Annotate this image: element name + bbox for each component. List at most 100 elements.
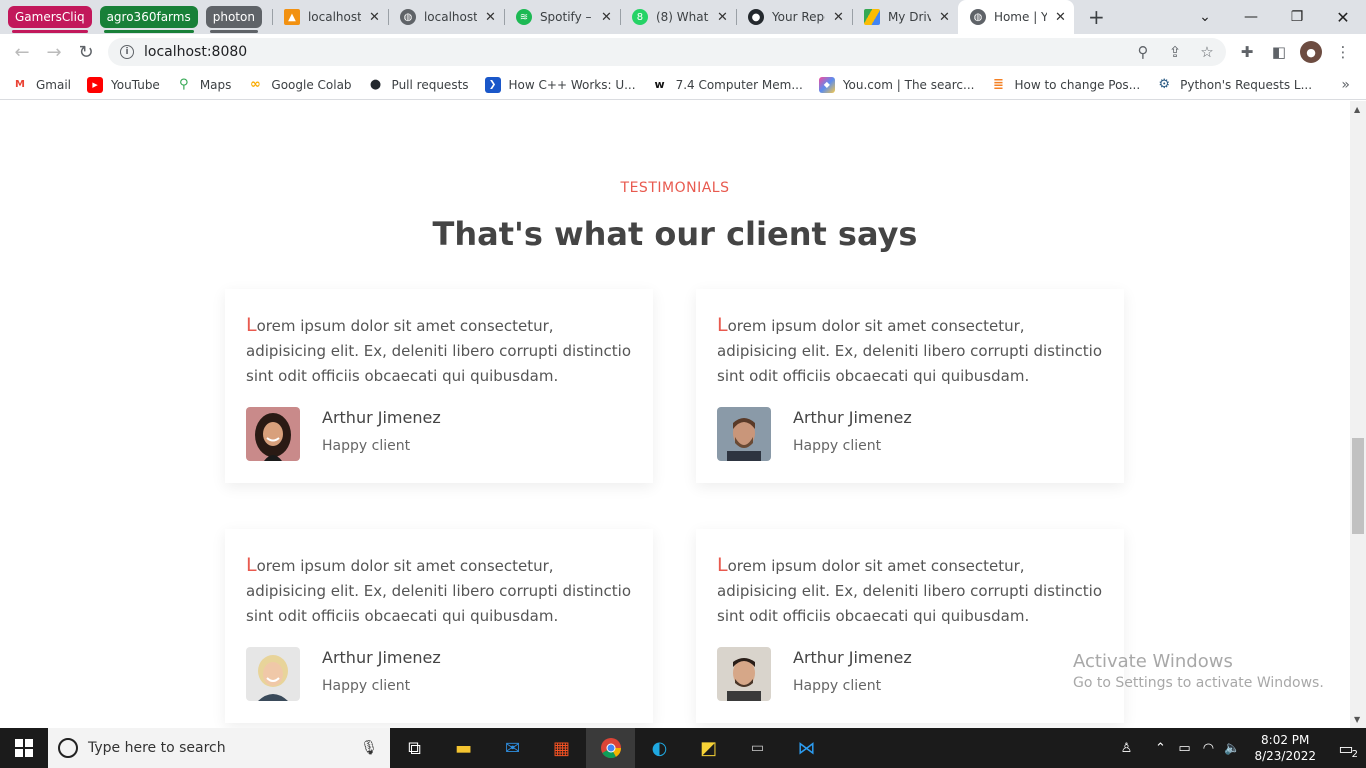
bookmark-label: How C++ Works: U... xyxy=(508,77,636,92)
address-bar[interactable]: i localhost:8080 ⚲ ⇪ ☆ xyxy=(108,38,1226,66)
github-icon: ● xyxy=(369,77,382,92)
bookmark-label: Pull requests xyxy=(391,77,469,92)
close-icon[interactable]: ✕ xyxy=(601,10,612,25)
tab-home-active[interactable]: ◍ Home | Y ✕ xyxy=(957,0,1074,34)
tab-drive[interactable]: My Drive ✕ xyxy=(851,0,958,34)
bookmark-how-cpp-works[interactable]: ❯ How C++ Works: U... xyxy=(484,76,636,93)
bookmark-maps[interactable]: ⚲ Maps xyxy=(176,77,232,93)
share-icon[interactable]: ⇪ xyxy=(1164,41,1186,63)
client-role: Happy client xyxy=(322,678,411,694)
forward-button[interactable]: → xyxy=(38,36,70,68)
taskbar-search-box[interactable]: Type here to search 🎙 xyxy=(48,728,390,768)
bookmark-you-com[interactable]: ◆ You.com | The searc... xyxy=(818,76,974,93)
volume-icon[interactable]: 🔈 xyxy=(1220,741,1244,756)
tab-title: My Drive xyxy=(887,10,932,24)
page-viewport: TESTIMONIALS That's what our client says… xyxy=(0,101,1350,728)
testimonial-quote: Lorem ipsum dolor sit amet consectetur, … xyxy=(246,553,636,629)
bookmark-colab[interactable]: ∞ Google Colab xyxy=(247,77,352,93)
chevron-up-icon[interactable]: ⌃ xyxy=(1148,741,1172,756)
people-icon[interactable]: ♙ xyxy=(1114,741,1138,756)
microphone-icon[interactable]: 🎙 xyxy=(360,740,378,756)
wifi-icon[interactable]: ◠ xyxy=(1196,741,1220,756)
bookmark-computer-memory[interactable]: w 7.4 Computer Mem... xyxy=(652,77,803,93)
edge-icon[interactable]: ◐ xyxy=(635,728,684,768)
tab-group-gamerscliq[interactable]: GamersCliq xyxy=(8,6,92,33)
quote-text: orem ipsum dolor sit amet consectetur, a… xyxy=(717,557,1103,625)
tab-title: (8) Whats xyxy=(655,10,710,24)
close-icon[interactable]: ✕ xyxy=(939,10,950,25)
close-window-button[interactable]: ✕ xyxy=(1320,0,1366,34)
scroll-down-icon[interactable]: ▼ xyxy=(1354,715,1360,724)
pma-icon: ▲ xyxy=(283,9,300,25)
close-icon[interactable]: ✕ xyxy=(1055,10,1066,25)
battery-icon[interactable]: ▭ xyxy=(1172,741,1196,756)
taskbar-clock[interactable]: 8:02 PM 8/23/2022 xyxy=(1254,732,1316,764)
bookmark-python-requests[interactable]: ⚙ Python's Requests L... xyxy=(1156,77,1312,93)
bookmark-youtube[interactable]: ▶ YouTube xyxy=(87,76,160,93)
close-icon[interactable]: ✕ xyxy=(833,10,844,25)
client-avatar xyxy=(246,647,300,701)
maps-icon: ⚲ xyxy=(179,77,189,92)
drive-icon xyxy=(863,9,880,25)
bookmark-pull-requests[interactable]: ● Pull requests xyxy=(368,77,469,93)
menu-kebab-icon[interactable]: ⋮ xyxy=(1332,41,1354,63)
extensions-icon[interactable]: ✚ xyxy=(1236,41,1258,63)
restore-button[interactable]: ❐ xyxy=(1274,0,1320,34)
client-name: Arthur Jimenez xyxy=(793,408,912,427)
zoom-icon[interactable]: ⚲ xyxy=(1132,41,1154,63)
bookmark-label: Maps xyxy=(199,77,232,92)
close-icon[interactable]: ✕ xyxy=(485,10,496,25)
start-button[interactable] xyxy=(0,728,48,768)
tab-group-label: agro360farms xyxy=(106,10,191,24)
star-icon[interactable]: ☆ xyxy=(1196,41,1218,63)
tab-strip: GamersCliq agro360farms photon ▲ localho… xyxy=(0,0,1366,34)
globe-icon: ◍ xyxy=(399,9,416,25)
chrome-icon[interactable] xyxy=(586,728,635,768)
file-explorer-icon[interactable]: ▬ xyxy=(439,728,488,768)
bookmarks-overflow-icon[interactable]: » xyxy=(1341,77,1350,93)
tab-group-agro360farms[interactable]: agro360farms xyxy=(99,6,198,33)
testimonial-card: Lorem ipsum dolor sit amet consectetur, … xyxy=(696,289,1124,483)
tab-group-label: GamersCliq xyxy=(15,10,85,24)
side-panel-icon[interactable]: ◧ xyxy=(1268,41,1290,63)
page-scrollbar[interactable]: ▲ ▼ xyxy=(1350,101,1366,728)
you-icon: ◆ xyxy=(818,76,835,93)
tab-group-photon[interactable]: photon xyxy=(205,6,262,33)
reload-button[interactable]: ↻ xyxy=(70,36,102,68)
client-avatar xyxy=(717,407,771,461)
minimize-button[interactable]: — xyxy=(1228,0,1274,34)
notification-count: 2 xyxy=(1351,749,1358,760)
mail-icon[interactable]: ✉ xyxy=(488,728,537,768)
tab-spotify[interactable]: ≋ Spotify – ✕ xyxy=(503,0,620,34)
back-button[interactable]: ← xyxy=(6,36,38,68)
tab-github[interactable]: ● Your Repo ✕ xyxy=(735,0,852,34)
task-view-icon[interactable]: ⧉ xyxy=(390,728,439,768)
tab-whatsapp[interactable]: 8 (8) Whats ✕ xyxy=(619,0,736,34)
close-icon[interactable]: ✕ xyxy=(369,10,380,25)
client-role: Happy client xyxy=(793,678,882,694)
tab-localhost[interactable]: ◍ localhost ✕ xyxy=(387,0,504,34)
quote-text: orem ipsum dolor sit amet consectetur, a… xyxy=(246,557,632,625)
bookmark-gmail[interactable]: M Gmail xyxy=(12,77,71,93)
scroll-up-icon[interactable]: ▲ xyxy=(1354,105,1360,114)
tab-search-chevron-icon[interactable]: ⌄ xyxy=(1182,0,1228,34)
sticky-notes-icon[interactable]: ◩ xyxy=(684,728,733,768)
new-tab-button[interactable]: + xyxy=(1074,0,1114,34)
watermark-subtitle: Go to Settings to activate Windows. xyxy=(1073,675,1324,691)
tab-localhost-pma[interactable]: ▲ localhost ✕ xyxy=(271,0,388,34)
scrollbar-thumb[interactable] xyxy=(1352,438,1364,534)
spotify-icon: ≋ xyxy=(515,9,532,25)
testimonial-card: Lorem ipsum dolor sit amet consectetur, … xyxy=(225,529,653,723)
notification-center-button[interactable]: ▭ 2 xyxy=(1326,728,1366,768)
tab-title: Your Repo xyxy=(771,10,825,24)
vscode-icon[interactable]: ⋈ xyxy=(782,728,831,768)
bookmark-label: 7.4 Computer Mem... xyxy=(675,77,803,92)
bookmark-label: Gmail xyxy=(36,77,72,92)
close-icon[interactable]: ✕ xyxy=(717,10,728,25)
bookmark-stackoverflow[interactable]: ≣ How to change Pos... xyxy=(990,77,1140,93)
terminal-icon[interactable]: ▭ xyxy=(733,728,782,768)
info-icon[interactable]: i xyxy=(120,45,134,59)
store-icon[interactable]: ▦ xyxy=(537,728,586,768)
profile-avatar[interactable]: ● xyxy=(1300,41,1322,63)
url-text[interactable]: localhost:8080 xyxy=(144,44,247,60)
